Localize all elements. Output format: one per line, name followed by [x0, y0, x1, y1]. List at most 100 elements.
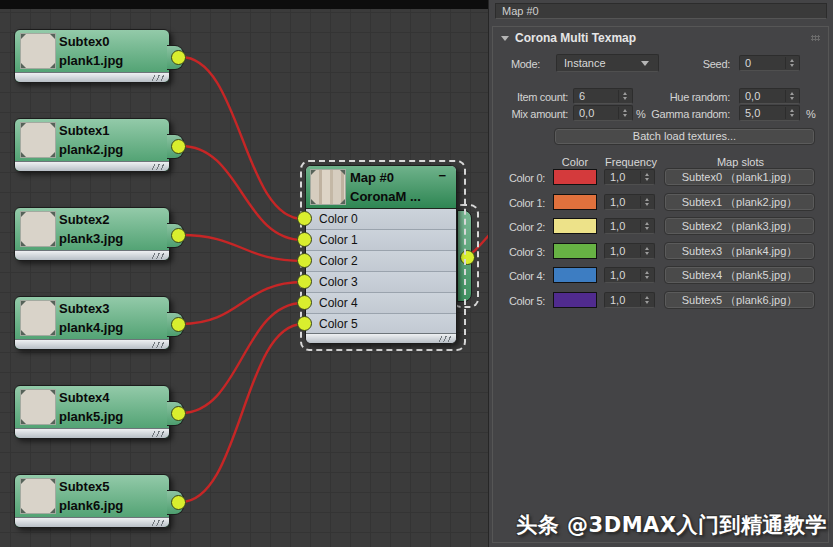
output-socket[interactable] [171, 495, 186, 510]
batch-load-button[interactable]: Batch load textures... [555, 129, 814, 144]
input-socket[interactable] [297, 253, 312, 268]
map-input-row[interactable]: Color 3 [306, 272, 456, 293]
color-swatch[interactable] [553, 292, 597, 308]
mix-amount-field[interactable]: 0,0 [573, 105, 633, 121]
mix-amount-spinner[interactable] [618, 107, 631, 119]
node-footer [15, 339, 169, 349]
map-slot-button[interactable]: Subtex2 （plank3.jpg） [665, 218, 814, 234]
frequency-spinner[interactable] [640, 294, 653, 306]
map-input-row[interactable]: Color 1 [306, 230, 456, 251]
thumb-corner-icon [21, 63, 26, 68]
frequency-field[interactable]: 1,0 [604, 169, 655, 185]
thumb-corner-icon [50, 152, 55, 157]
node-footer [15, 72, 169, 82]
node-filename: plank4.jpg [59, 320, 123, 335]
frequency-spinner[interactable] [640, 245, 653, 257]
resize-grip-icon[interactable] [151, 431, 165, 437]
input-socket[interactable] [297, 211, 312, 226]
map-name-field[interactable]: Map #0 [495, 3, 827, 19]
texture-thumbnail[interactable] [20, 33, 56, 69]
node-editor-canvas[interactable]: Subtex0 plank1.jpg Subte [0, 0, 489, 547]
texture-node[interactable]: Subtex4 plank5.jpg [14, 385, 170, 439]
texture-node[interactable]: Subtex5 plank6.jpg [14, 474, 170, 528]
output-socket[interactable] [171, 317, 186, 332]
thumb-corner-icon [21, 123, 26, 128]
frequency-field[interactable]: 1,0 [604, 267, 655, 283]
output-socket[interactable] [171, 406, 186, 421]
map-node[interactable]: Map #0 CoronaM ... − Color 0 Color [305, 165, 457, 344]
input-socket[interactable] [297, 316, 312, 331]
map-node-header[interactable]: Map #0 CoronaM ... − [306, 166, 456, 209]
frequency-spinner[interactable] [640, 196, 653, 208]
map-node-type: CoronaM ... [350, 189, 421, 204]
seed-spinner[interactable] [785, 57, 798, 69]
thumb-corner-icon [21, 419, 26, 424]
rollout-grip-icon [811, 35, 820, 41]
item-count-value: 6 [579, 90, 585, 102]
texture-thumbnail[interactable] [20, 389, 56, 425]
map-slot-button[interactable]: Subtex1 （plank2.jpg） [665, 194, 814, 210]
color-row-label: Color 2: [509, 221, 545, 233]
item-count-field[interactable]: 6 [573, 88, 633, 104]
frequency-field[interactable]: 1,0 [604, 218, 655, 234]
output-socket[interactable] [171, 50, 186, 65]
frequency-field[interactable]: 1,0 [604, 243, 655, 259]
resize-grip-icon[interactable] [438, 336, 452, 342]
resize-grip-icon[interactable] [151, 342, 165, 348]
color-swatch[interactable] [553, 169, 597, 185]
frequency-spinner[interactable] [640, 269, 653, 281]
texture-thumbnail[interactable] [20, 300, 56, 336]
input-label: Color 2 [319, 254, 358, 268]
map-input-row[interactable]: Color 4 [306, 293, 456, 314]
input-socket[interactable] [297, 274, 312, 289]
texture-thumbnail[interactable] [20, 122, 56, 158]
map-input-row[interactable]: Color 5 [306, 314, 456, 335]
texture-node[interactable]: Subtex2 plank3.jpg [14, 207, 170, 261]
thumb-corner-icon [50, 34, 55, 39]
resize-grip-icon[interactable] [151, 75, 165, 81]
input-socket[interactable] [297, 232, 312, 247]
map-input-row[interactable]: Color 2 [306, 251, 456, 272]
map-slot-button[interactable]: Subtex4 （plank5.jpg） [665, 267, 814, 283]
frequency-spinner[interactable] [640, 220, 653, 232]
rollout-collapse-icon[interactable] [501, 36, 509, 41]
frequency-field[interactable]: 1,0 [604, 194, 655, 210]
mode-dropdown[interactable]: Instance [556, 54, 659, 72]
resize-grip-icon[interactable] [151, 520, 165, 526]
output-socket[interactable] [171, 139, 186, 154]
minimize-icon[interactable]: − [438, 168, 446, 183]
resize-grip-icon[interactable] [151, 164, 165, 170]
hue-random-spinner[interactable] [785, 90, 798, 102]
texture-thumbnail[interactable] [20, 478, 56, 514]
color-swatch[interactable] [553, 194, 597, 210]
map-slot-button[interactable]: Subtex3 （plank4.jpg） [665, 243, 814, 259]
item-count-spinner[interactable] [618, 90, 631, 102]
color-swatch[interactable] [553, 267, 597, 283]
thumb-corner-icon [21, 34, 26, 39]
frequency-spinner[interactable] [640, 171, 653, 183]
map-slot-button[interactable]: Subtex0 （plank1.jpg） [665, 169, 814, 185]
frequency-field[interactable]: 1,0 [604, 292, 655, 308]
map-input-row[interactable]: Color 0 [306, 209, 456, 230]
rollout-header[interactable]: Corona Multi Texmap [493, 27, 828, 47]
hue-random-label: Hue random: [670, 91, 730, 103]
map-slot-button[interactable]: Subtex5 （plank6.jpg） [665, 292, 814, 308]
watermark: 头条 @3DMAX入门到精通教学 [516, 511, 827, 539]
color-swatch[interactable] [553, 243, 597, 259]
seed-field[interactable]: 0 [739, 55, 800, 71]
color-row-label: Color 0: [509, 172, 545, 184]
gamma-random-field[interactable]: 5,0 [739, 105, 800, 121]
gamma-random-unit: % [806, 108, 816, 120]
texture-thumbnail[interactable] [20, 211, 56, 247]
texture-node[interactable]: Subtex3 plank4.jpg [14, 296, 170, 350]
texture-node[interactable]: Subtex1 plank2.jpg [14, 118, 170, 172]
input-socket[interactable] [297, 295, 312, 310]
resize-grip-icon[interactable] [151, 253, 165, 259]
gamma-random-spinner[interactable] [785, 107, 798, 119]
texture-node[interactable]: Subtex0 plank1.jpg [14, 29, 170, 83]
map-thumbnail[interactable] [310, 169, 346, 205]
output-socket[interactable] [171, 228, 186, 243]
input-label: Color 0 [319, 212, 358, 226]
color-swatch[interactable] [553, 218, 597, 234]
hue-random-field[interactable]: 0,0 [739, 88, 800, 104]
